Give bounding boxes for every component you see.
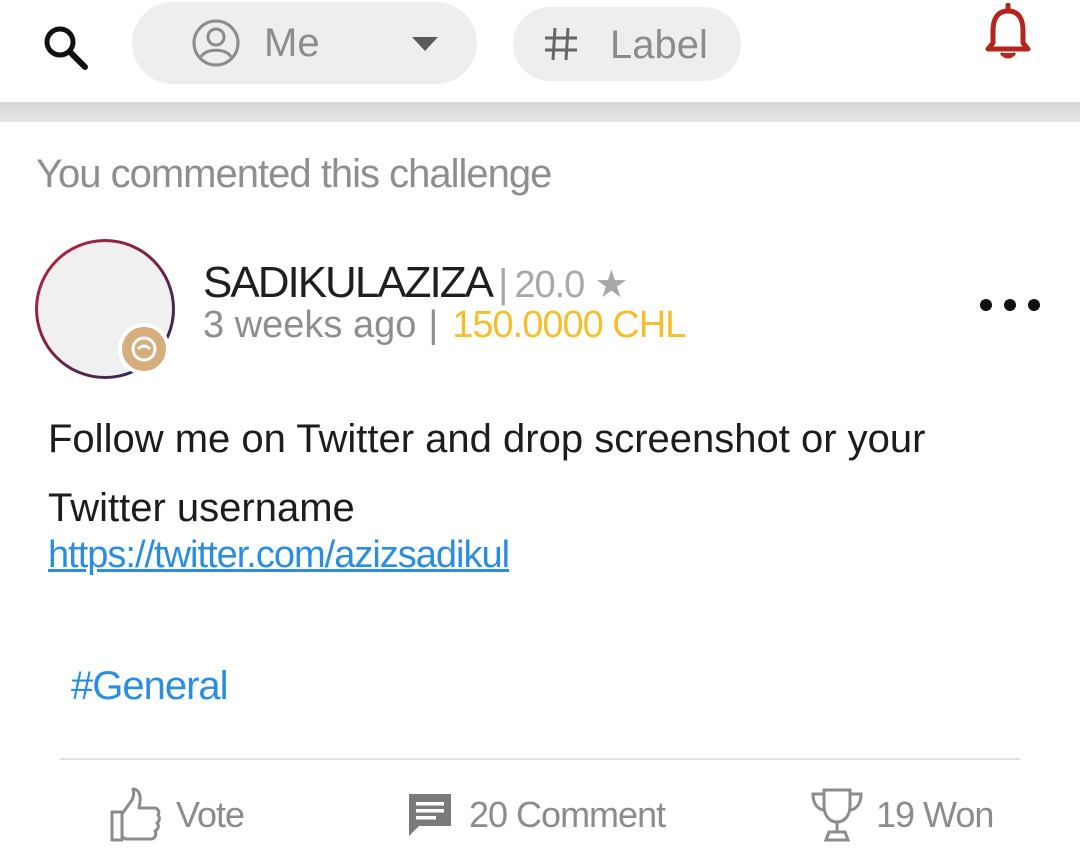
separator: | <box>428 304 439 346</box>
top-bar-divider <box>0 102 1080 122</box>
more-options-button[interactable] <box>980 290 1040 320</box>
user-filter-label: Me <box>264 21 320 65</box>
trophy-icon <box>811 788 863 842</box>
hash-icon <box>545 27 577 61</box>
more-options-dot <box>1028 299 1040 311</box>
separator: | <box>497 262 509 306</box>
author-row: SADIKULAZIZA | 20.0 ★ <box>203 258 628 308</box>
challenge-tag[interactable]: #General <box>71 664 229 709</box>
challenge-link[interactable]: https://twitter.com/azizsadikul <box>48 534 510 577</box>
vote-button[interactable]: Vote <box>108 782 245 848</box>
person-circle-icon <box>192 19 240 67</box>
won-button[interactable]: 19 Won <box>808 782 994 848</box>
author-rating: 20.0 <box>514 264 585 306</box>
notification-button[interactable] <box>976 0 1040 66</box>
comment-icon <box>409 794 451 836</box>
label-filter-label: Label <box>610 23 708 67</box>
label-filter-button[interactable]: Label <box>513 7 741 81</box>
vote-label: Vote <box>176 794 245 835</box>
activity-header: You commented this challenge <box>36 152 552 196</box>
author-username[interactable]: SADIKULAZIZA <box>203 258 494 308</box>
post-time: 3 weeks ago <box>203 304 417 346</box>
reward-amount: 150.0000 CHL <box>452 304 686 346</box>
thumbs-up-icon <box>110 787 161 842</box>
comment-button[interactable]: 20 Comment <box>405 782 666 848</box>
search-icon <box>44 26 88 70</box>
more-options-dot <box>1004 299 1016 311</box>
meta-row: 3 weeks ago | 150.0000 CHL <box>203 304 686 347</box>
bell-icon <box>985 3 1031 59</box>
star-icon: ★ <box>594 264 629 306</box>
won-count-label: 19 Won <box>876 794 994 835</box>
search-button[interactable] <box>36 18 96 78</box>
verified-badge <box>118 323 170 375</box>
caret-down-icon <box>412 37 438 51</box>
verified-badge-icon <box>131 336 157 362</box>
user-filter-dropdown[interactable]: Me <box>132 2 477 84</box>
comment-count-label: 20 Comment <box>469 794 666 835</box>
challenge-description: Follow me on Twitter and drop screenshot… <box>48 417 926 530</box>
divider <box>60 758 1020 760</box>
more-options-icon <box>980 299 992 311</box>
top-bar: Me Label <box>0 0 1080 102</box>
